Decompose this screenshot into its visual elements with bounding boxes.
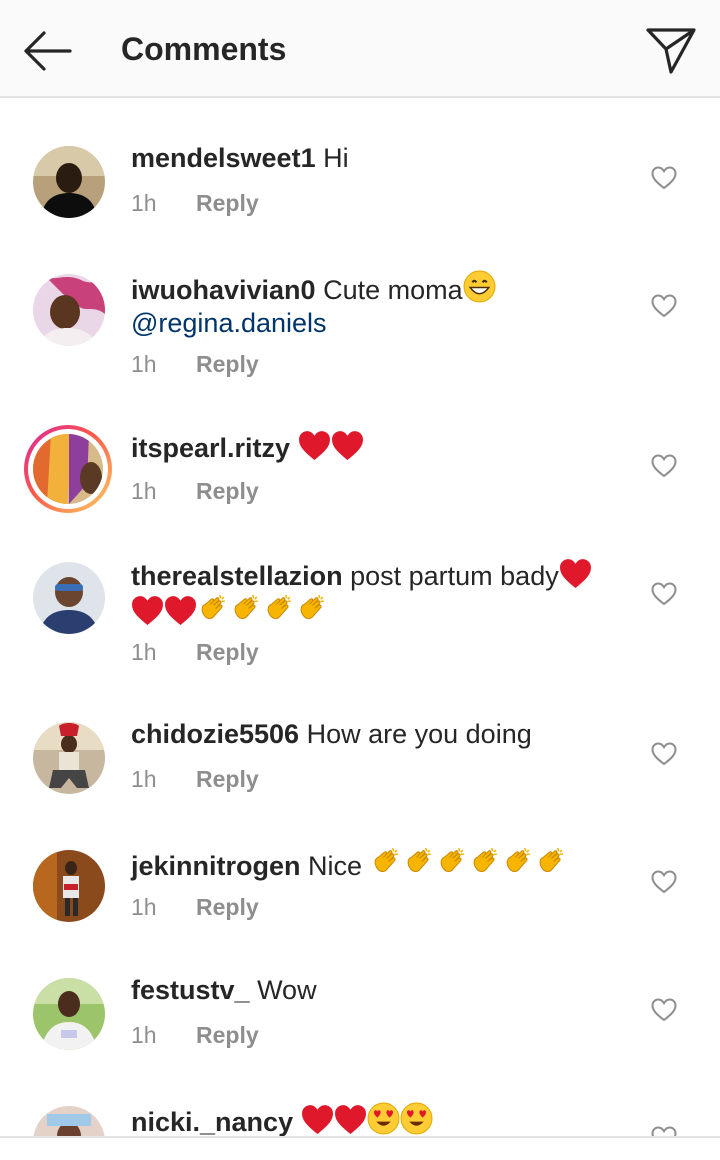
heart-outline-icon[interactable] [651,1126,677,1136]
avatar[interactable] [33,1106,105,1136]
red-heart-emoji-icon [334,1104,367,1135]
comment-item: nicki._nancy [0,0,720,1136]
red-heart-emoji-icon [301,1104,334,1135]
heart-eyes-emoji-icon [367,1102,400,1135]
bottom-divider [0,1136,720,1138]
comment-username[interactable]: nicki._nancy [131,1107,293,1136]
heart-eyes-emoji-icon [400,1102,433,1135]
